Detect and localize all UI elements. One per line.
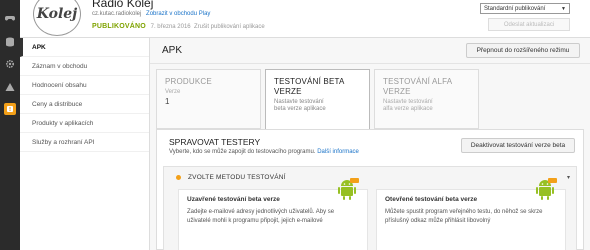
gear-icon[interactable] bbox=[5, 59, 15, 69]
chevron-down-icon[interactable]: ▾ bbox=[567, 174, 570, 181]
package-line: cz.kutac.radiokolej Zobrazit v obchodu P… bbox=[92, 11, 210, 17]
sidebar-item-services-api[interactable]: Služby a rozhraní API bbox=[20, 133, 149, 152]
open-beta-title: Otevřené testování beta verze bbox=[385, 196, 478, 203]
publishing-mode-select[interactable]: Standardní publikování ▼ bbox=[480, 3, 570, 14]
tab-alpha-title-line1: TESTOVÁNÍ ALFA bbox=[383, 77, 453, 86]
app-header: Kolej Rádio Kolej cz.kutac.radiokolej Zo… bbox=[20, 0, 590, 38]
app-title: Rádio Kolej bbox=[92, 0, 154, 10]
chevron-down-icon: ▼ bbox=[561, 5, 566, 12]
divider bbox=[150, 63, 590, 64]
status-badge: PUBLIKOVÁNO bbox=[92, 23, 146, 30]
package-name: cz.kutac.radiokolej bbox=[92, 11, 142, 17]
sidebar: APK Záznam v obchodu Hodnocení obsahu Ce… bbox=[20, 38, 150, 250]
android-beta-icon bbox=[338, 178, 359, 200]
tab-beta[interactable]: TESTOVÁNÍ BETA VERZE Nastavte testování … bbox=[265, 69, 370, 131]
tab-production-version: 1 bbox=[165, 97, 170, 106]
tab-alpha[interactable]: TESTOVÁNÍ ALFA VERZE Nastavte testování … bbox=[374, 69, 479, 129]
tab-production-sub: Verze bbox=[165, 89, 181, 95]
deactivate-beta-button[interactable]: Deaktivovat testování verze beta bbox=[461, 138, 575, 153]
required-dot-icon bbox=[176, 175, 181, 180]
tab-alpha-sub-line2: alfa verze aplikace bbox=[383, 106, 433, 112]
unpublish-link[interactable]: Zrušit publikování aplikace bbox=[194, 24, 265, 30]
closed-beta-desc: Zadejte e-mailové adresy jednotlivých už… bbox=[187, 209, 335, 224]
open-beta-desc: Můžete spustit program veřejného testu, … bbox=[385, 209, 543, 224]
publishing-mode-value: Standardní publikování bbox=[484, 5, 546, 12]
logo-text: Kolej bbox=[36, 6, 78, 22]
tab-alpha-sub-line1: Nastavte testování bbox=[383, 99, 433, 105]
sidebar-item-in-app-products[interactable]: Produkty v aplikacích bbox=[20, 114, 149, 133]
android-beta-icon bbox=[536, 178, 557, 200]
tab-alpha-title-line2: VERZE bbox=[383, 87, 411, 96]
sidebar-item-store-listing[interactable]: Záznam v obchodu bbox=[20, 57, 149, 76]
manage-testers-desc: Vyberte, kdo se může zapojit do testovac… bbox=[169, 149, 316, 155]
manage-testers-subtitle: Vyberte, kdo se může zapojit do testovac… bbox=[169, 149, 359, 155]
gamepad-icon[interactable] bbox=[5, 13, 15, 23]
tab-beta-sub-line2: beta verze aplikace bbox=[274, 106, 326, 112]
send-update-button[interactable]: Odeslat aktualizaci bbox=[488, 18, 570, 31]
tab-production[interactable]: PRODUKCE Verze 1 bbox=[156, 69, 261, 129]
release-tabs: PRODUKCE Verze 1 TESTOVÁNÍ BETA VERZE Na… bbox=[156, 69, 584, 131]
more-info-link[interactable]: Další informace bbox=[317, 149, 359, 155]
warning-icon[interactable] bbox=[5, 82, 15, 92]
app-logo: Kolej bbox=[33, 0, 81, 36]
manage-testers-card: SPRAVOVAT TESTERY Vyberte, kdo se může z… bbox=[156, 129, 584, 250]
tab-beta-title-line1: TESTOVÁNÍ BETA bbox=[274, 77, 345, 86]
play-store-link[interactable]: Zobrazit v obchodu Play bbox=[146, 11, 210, 17]
main-content: APK Přepnout do rozšířeného režimu PRODU… bbox=[150, 38, 590, 250]
tab-beta-sub-line1: Nastavte testování bbox=[274, 99, 324, 105]
database-icon[interactable] bbox=[5, 37, 15, 47]
tab-beta-title-line2: VERZE bbox=[274, 87, 302, 96]
testing-method-panel: ZVOLTE METODU TESTOVÁNÍ ▾ Uzavřené testo… bbox=[163, 166, 577, 250]
alert-icon[interactable] bbox=[4, 103, 16, 115]
advanced-mode-button[interactable]: Přepnout do rozšířeného režimu bbox=[466, 43, 580, 58]
manage-testers-title: SPRAVOVAT TESTERY bbox=[169, 137, 261, 147]
closed-beta-title: Uzavřené testování beta verze bbox=[187, 196, 280, 203]
publish-status-line: PUBLIKOVÁNO 7. března 2016 Zrušit publik… bbox=[92, 23, 265, 30]
sidebar-item-apk[interactable]: APK bbox=[20, 38, 149, 57]
open-beta-option[interactable]: Otevřené testování beta verze Můžete spu… bbox=[376, 178, 566, 250]
page-title: APK bbox=[162, 45, 183, 56]
sidebar-item-pricing[interactable]: Ceny a distribuce bbox=[20, 95, 149, 114]
app-nav-rail bbox=[0, 0, 20, 250]
testing-method-label: ZVOLTE METODU TESTOVÁNÍ bbox=[188, 174, 286, 181]
closed-beta-option[interactable]: Uzavřené testování beta verze Zadejte e-… bbox=[178, 178, 368, 250]
sidebar-item-content-rating[interactable]: Hodnocení obsahu bbox=[20, 76, 149, 95]
tab-production-title: PRODUKCE bbox=[165, 77, 212, 86]
publish-date: 7. března 2016 bbox=[150, 24, 191, 30]
